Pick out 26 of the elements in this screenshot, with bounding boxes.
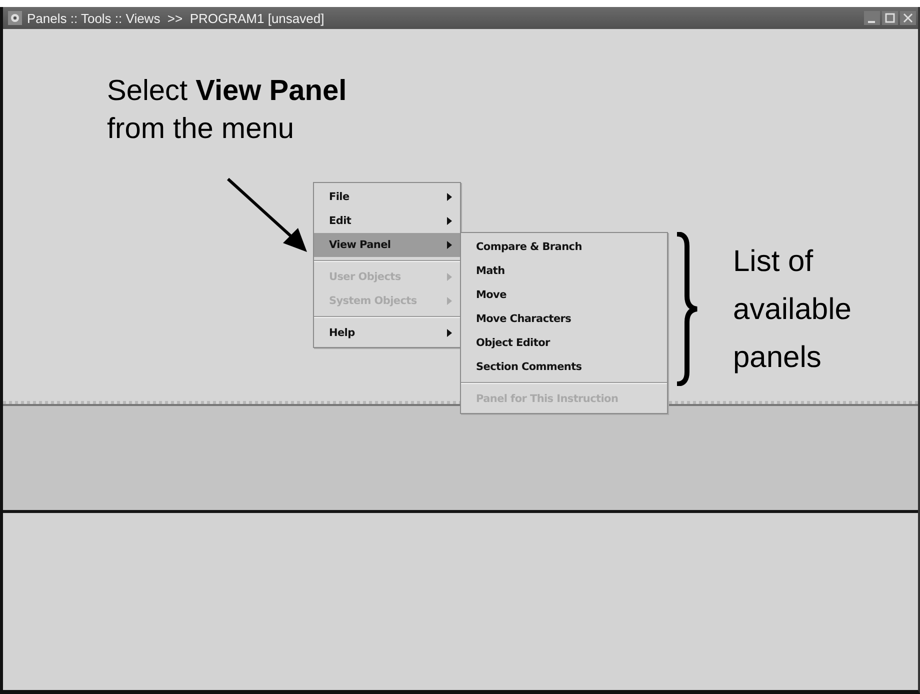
submenu-arrow-icon — [447, 329, 452, 337]
menu-item[interactable]: Section Comments — [461, 355, 667, 379]
menu-item[interactable]: Math — [461, 259, 667, 283]
menu-item[interactable]: Compare & Branch — [461, 235, 667, 259]
menu-item[interactable]: Move — [461, 283, 667, 307]
callout-text: from the menu — [107, 112, 294, 147]
submenu-arrow-icon — [447, 193, 452, 201]
submenu-arrow-icon — [447, 217, 452, 225]
menu-item[interactable]: Help — [314, 321, 460, 345]
app-icon — [7, 10, 23, 26]
menu-item[interactable]: Edit — [314, 209, 460, 233]
menu-item[interactable]: File — [314, 185, 460, 209]
annotation-text: List of — [733, 244, 814, 280]
minimize-icon[interactable] — [864, 11, 880, 25]
window-title: Panels :: Tools :: Views >> PROGRAM1 [unsaved] — [27, 10, 326, 26]
annotation-text: panels — [733, 340, 822, 376]
submenu-arrow-icon — [447, 273, 452, 281]
maximize-icon[interactable] — [882, 11, 898, 25]
callout-text: Select View Panel — [107, 74, 347, 109]
close-icon[interactable] — [900, 11, 916, 25]
menu-item[interactable]: Move Characters — [461, 307, 667, 331]
menu-item[interactable]: Object Editor — [461, 331, 667, 355]
submenu-arrow-icon — [447, 297, 452, 305]
menu-item[interactable]: View Panel — [314, 233, 460, 257]
submenu-arrow-icon — [447, 241, 452, 249]
annotation-text: available — [733, 292, 852, 328]
